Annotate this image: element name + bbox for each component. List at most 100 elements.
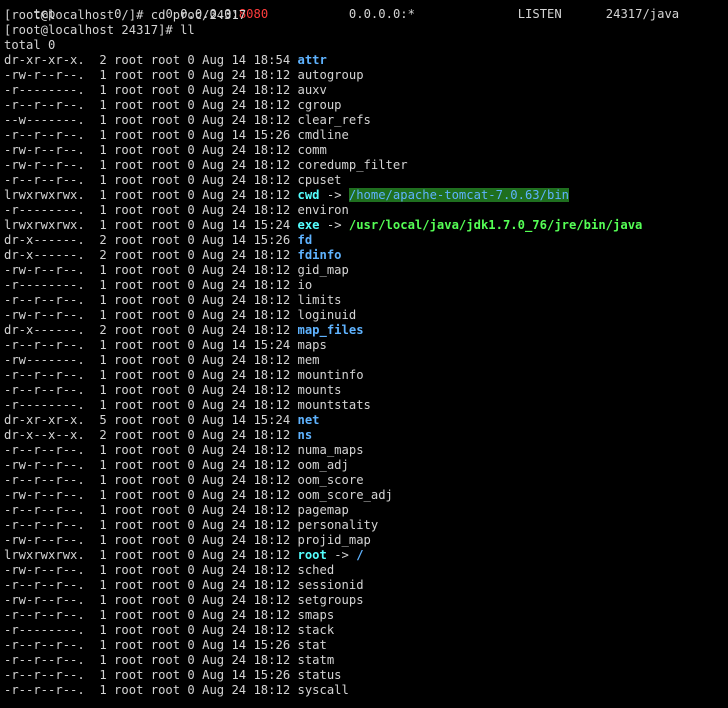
entry-name: limits [297, 293, 342, 307]
entry-meta: dr-x------. 2 root root 0 Aug 24 18:12 [4, 248, 298, 262]
listing-row: -r--r--r--. 1 root root 0 Aug 24 18:12 s… [4, 578, 364, 593]
listing-row: -r--------. 1 root root 0 Aug 24 18:12 a… [4, 83, 327, 98]
entry-meta: lrwxrwxrwx. 1 root root 0 Aug 24 18:12 [4, 548, 298, 562]
entry-meta: -rw-r--r--. 1 root root 0 Aug 24 18:12 [4, 563, 298, 577]
entry-meta: lrwxrwxrwx. 1 root root 0 Aug 24 18:12 [4, 188, 298, 202]
listing-row: dr-x------. 2 root root 0 Aug 24 18:12 m… [4, 323, 364, 338]
listing-row: -r--r--r--. 1 root root 0 Aug 24 18:12 p… [4, 503, 349, 518]
entry-meta: -r--------. 1 root root 0 Aug 24 18:12 [4, 83, 298, 97]
entry-meta: -rw-r--r--. 1 root root 0 Aug 24 18:12 [4, 593, 298, 607]
listing-row: lrwxrwxrwx. 1 root root 0 Aug 24 18:12 c… [4, 188, 569, 203]
entry-name: map_files [297, 323, 364, 337]
entry-name: mountinfo [297, 368, 364, 382]
entry-name: maps [297, 338, 327, 352]
listing-row: -rw-r--r--. 1 root root 0 Aug 24 18:12 c… [4, 143, 327, 158]
entry-meta: -r--r--r--. 1 root root 0 Aug 24 18:12 [4, 473, 298, 487]
listing-row: lrwxrwxrwx. 1 root root 0 Aug 14 15:24 e… [4, 218, 642, 233]
listing-row: dr-x--x--x. 2 root root 0 Aug 24 18:12 n… [4, 428, 312, 443]
entry-name: oom_score_adj [297, 488, 393, 502]
listing-row: -r--r--r--. 1 root root 0 Aug 14 15:24 m… [4, 338, 327, 353]
entry-name: io [297, 278, 313, 292]
listing-row: -r--------. 1 root root 0 Aug 24 18:12 i… [4, 278, 312, 293]
entry-meta: -r--------. 1 root root 0 Aug 24 18:12 [4, 623, 298, 637]
listing-row: dr-x------. 2 root root 0 Aug 24 18:12 f… [4, 248, 342, 263]
entry-meta: dr-x------. 2 root root 0 Aug 24 18:12 [4, 323, 298, 337]
entry-meta: -r--r--r--. 1 root root 0 Aug 24 18:12 [4, 608, 298, 622]
listing-row: -r--r--r--. 1 root root 0 Aug 24 18:12 c… [4, 98, 342, 113]
entry-meta: -r--r--r--. 1 root root 0 Aug 24 18:12 [4, 653, 298, 667]
entry-meta: -rw-r--r--. 1 root root 0 Aug 24 18:12 [4, 158, 298, 172]
entry-name: stack [297, 623, 335, 637]
entry-name: clear_refs [297, 113, 371, 127]
listing-row: -r--r--r--. 1 root root 0 Aug 24 18:12 o… [4, 473, 364, 488]
entry-name: environ [297, 203, 349, 217]
listing-row: -rw-r--r--. 1 root root 0 Aug 24 18:12 p… [4, 533, 371, 548]
prompt-cd-line: [root@localhost /]# cd proc/24317 [4, 8, 247, 22]
netstat-line: tcp 0 0 0.0.0.0:8080 0.0.0.0:* LISTEN 24… [4, 0, 679, 21]
entry-meta: -r--r--r--. 1 root root 0 Aug 24 18:12 [4, 173, 298, 187]
entry-name: comm [297, 143, 327, 157]
netstat-state: LISTEN [517, 7, 562, 21]
link-arrow: -> [326, 548, 357, 562]
entry-name: setgroups [297, 593, 364, 607]
link-arrow: -> [319, 188, 349, 202]
listing-row: dr-xr-xr-x. 2 root root 0 Aug 14 18:54 a… [4, 53, 327, 68]
entry-meta: -r--r--r--. 1 root root 0 Aug 14 15:24 [4, 338, 298, 352]
entry-meta: -r--r--r--. 1 root root 0 Aug 14 15:26 [4, 668, 298, 682]
entry-meta: dr-x------. 2 root root 0 Aug 14 15:26 [4, 233, 298, 247]
entry-name: coredump_filter [297, 158, 408, 172]
entry-meta: -r--r--r--. 1 root root 0 Aug 24 18:12 [4, 368, 298, 382]
listing-row: -rw-r--r--. 1 root root 0 Aug 24 18:12 s… [4, 563, 334, 578]
entry-meta: -r--r--r--. 1 root root 0 Aug 24 18:12 [4, 683, 298, 697]
entry-meta: -r--r--r--. 1 root root 0 Aug 24 18:12 [4, 383, 298, 397]
entry-name: projid_map [297, 533, 371, 547]
entry-meta: dr-xr-xr-x. 2 root root 0 Aug 14 18:54 [4, 53, 298, 67]
entry-meta: -rw-r--r--. 1 root root 0 Aug 24 18:12 [4, 533, 298, 547]
listing-row: -r--r--r--. 1 root root 0 Aug 24 18:12 m… [4, 383, 342, 398]
link-target: /home/apache-tomcat-7.0.63/bin [348, 188, 569, 202]
listing-row: -rw-r--r--. 1 root root 0 Aug 24 18:12 g… [4, 263, 349, 278]
listing-row: -r--r--r--. 1 root root 0 Aug 14 15:26 s… [4, 668, 342, 683]
listing-row: dr-xr-xr-x. 5 root root 0 Aug 14 15:24 n… [4, 413, 320, 428]
entry-name: sessionid [297, 578, 364, 592]
entry-name: mounts [297, 383, 342, 397]
entry-name: fd [297, 233, 313, 247]
entry-meta: -rw-r--r--. 1 root root 0 Aug 24 18:12 [4, 488, 298, 502]
entry-meta: -rw-r--r--. 1 root root 0 Aug 24 18:12 [4, 143, 298, 157]
entry-name: cpuset [297, 173, 342, 187]
entry-name: statm [297, 653, 335, 667]
entry-meta: -r--------. 1 root root 0 Aug 24 18:12 [4, 203, 298, 217]
listing-row: -rw-r--r--. 1 root root 0 Aug 24 18:12 o… [4, 458, 349, 473]
entry-name: gid_map [297, 263, 349, 277]
listing-row: -rw-------. 1 root root 0 Aug 24 18:12 m… [4, 353, 320, 368]
entry-meta: dr-x--x--x. 2 root root 0 Aug 24 18:12 [4, 428, 298, 442]
listing-row: --w-------. 1 root root 0 Aug 24 18:12 c… [4, 113, 371, 128]
entry-meta: -r--------. 1 root root 0 Aug 24 18:12 [4, 398, 298, 412]
entry-name: status [297, 668, 342, 682]
entry-name: sched [297, 563, 335, 577]
prompt-ll-line: [root@localhost 24317]# ll [4, 23, 195, 37]
entry-name: loginuid [297, 308, 357, 322]
entry-name: exe [297, 218, 320, 232]
listing-row: -r--r--r--. 1 root root 0 Aug 24 18:12 s… [4, 683, 349, 698]
entry-meta: dr-xr-xr-x. 5 root root 0 Aug 14 15:24 [4, 413, 298, 427]
entry-meta: -rw-r--r--. 1 root root 0 Aug 24 18:12 [4, 263, 298, 277]
entry-name: fdinfo [297, 248, 342, 262]
entry-meta: -r--r--r--. 1 root root 0 Aug 24 18:12 [4, 578, 298, 592]
listing-row: -r--r--r--. 1 root root 0 Aug 24 18:12 c… [4, 173, 342, 188]
listing-row: -r--r--r--. 1 root root 0 Aug 24 18:12 n… [4, 443, 364, 458]
netstat-foreign: 0.0.0.0:* [348, 7, 415, 21]
entry-name: root [297, 548, 327, 562]
entry-meta: -r--r--r--. 1 root root 0 Aug 24 18:12 [4, 98, 298, 112]
entry-name: attr [297, 53, 327, 67]
entry-meta: -r--r--r--. 1 root root 0 Aug 24 18:12 [4, 443, 298, 457]
listing-row: -r--r--r--. 1 root root 0 Aug 24 18:12 s… [4, 653, 334, 668]
entry-name: auxv [297, 83, 327, 97]
entry-meta: -r--r--r--. 1 root root 0 Aug 24 18:12 [4, 293, 298, 307]
listing-row: -r--------. 1 root root 0 Aug 24 18:12 s… [4, 623, 334, 638]
listing-row: -r--------. 1 root root 0 Aug 24 18:12 e… [4, 203, 349, 218]
terminal-window[interactable]: tcp 0 0 0.0.0.0:8080 0.0.0.0:* LISTEN 24… [0, 0, 728, 708]
entry-meta: -r--r--r--. 1 root root 0 Aug 24 18:12 [4, 503, 298, 517]
entry-name: stat [297, 638, 327, 652]
listing-row: -rw-r--r--. 1 root root 0 Aug 24 18:12 a… [4, 68, 364, 83]
